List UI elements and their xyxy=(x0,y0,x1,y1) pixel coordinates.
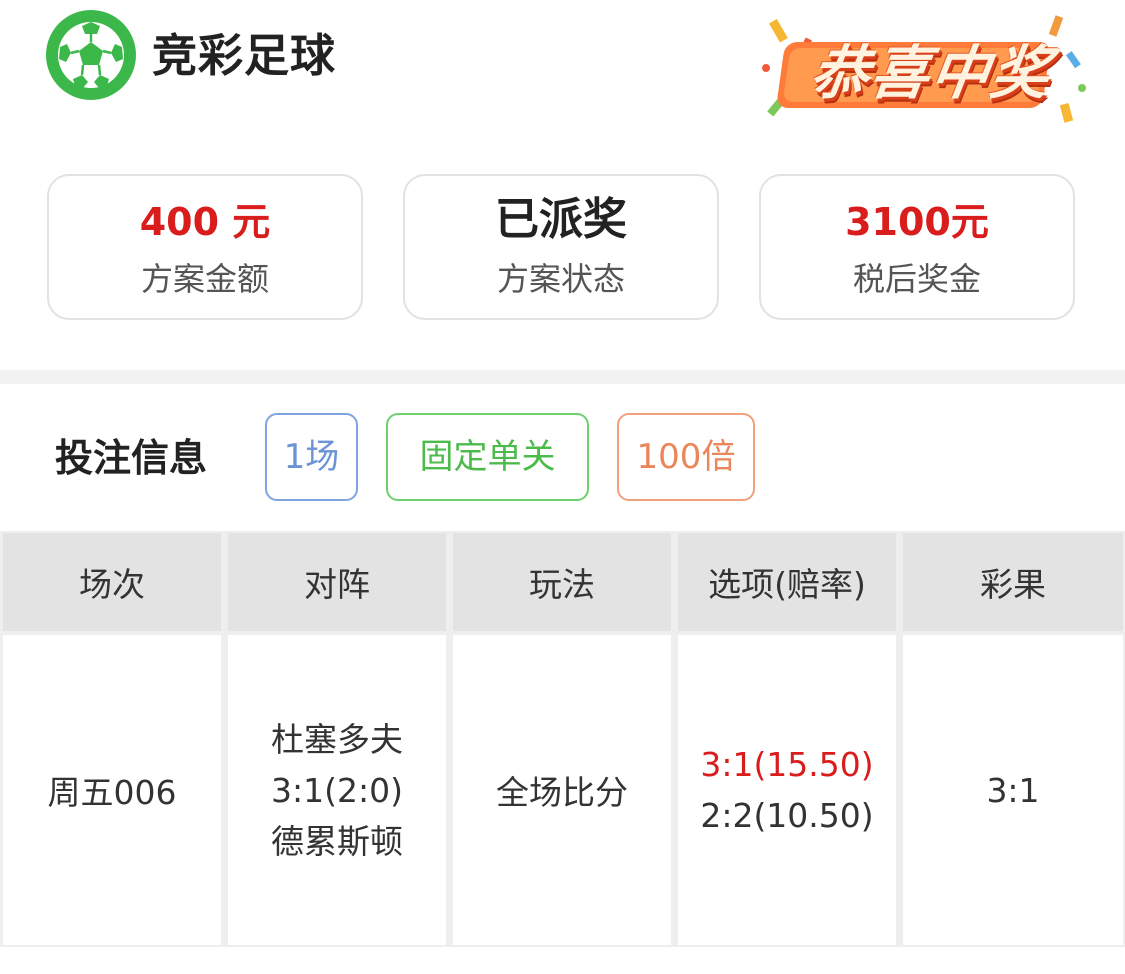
bet-table: 场次 对阵 玩法 选项(赔率) 彩果 周五006 杜塞多夫 3:1(2:0) 德… xyxy=(0,531,1125,947)
bet-type-tag: 固定单关 xyxy=(386,413,589,501)
match-result: 3:1 xyxy=(986,770,1040,810)
congrats-banner: 恭喜中奖 xyxy=(752,8,1092,128)
amount-value: 400 元 xyxy=(139,200,271,244)
header-play-type: 玩法 xyxy=(453,533,671,631)
app-title: 竞彩足球 xyxy=(152,29,337,82)
status-card: 已派奖 方案状态 xyxy=(403,174,719,320)
prize-card: 3100元 税后奖金 xyxy=(759,174,1075,320)
cell-match-no: 周五006 xyxy=(3,635,221,945)
header-match-no: 场次 xyxy=(3,533,221,631)
match-score: 3:1(2:0) xyxy=(271,770,403,810)
soccer-ball-icon xyxy=(46,10,136,100)
cell-play-type: 全场比分 xyxy=(453,635,671,945)
cell-fixture: 杜塞多夫 3:1(2:0) 德累斯顿 xyxy=(228,635,446,945)
order-detail-page: 竞彩足球 恭喜中奖 400 元 方案金额 已派奖 方案状态 3100元 税后奖金… xyxy=(0,0,1125,974)
multiple-tag: 100倍 xyxy=(617,413,755,501)
prize-value: 3100元 xyxy=(845,200,989,244)
header-fixture: 对阵 xyxy=(228,533,446,631)
play-type: 全场比分 xyxy=(496,773,628,812)
match-count-tag: 1场 xyxy=(265,413,358,501)
congrats-text: 恭喜中奖 xyxy=(806,39,1056,107)
amount-card: 400 元 方案金额 xyxy=(47,174,363,320)
cell-options: 3:1(15.50) 2:2(10.50) xyxy=(678,635,896,945)
status-label: 方案状态 xyxy=(496,260,625,298)
header: 竞彩足球 恭喜中奖 xyxy=(0,0,1125,140)
home-team: 杜塞多夫 xyxy=(271,719,403,759)
status-value: 已派奖 xyxy=(495,194,627,245)
option: 2:2(10.50) xyxy=(700,796,874,835)
header-result: 彩果 xyxy=(903,533,1123,631)
cell-result: 3:1 xyxy=(903,635,1123,945)
bet-info-title: 投注信息 xyxy=(55,436,208,480)
header-options: 选项(赔率) xyxy=(678,533,896,631)
prize-label: 税后奖金 xyxy=(852,260,981,298)
section-divider xyxy=(0,370,1125,384)
match-no: 周五006 xyxy=(47,773,177,812)
option-winning: 3:1(15.50) xyxy=(700,745,874,784)
amount-label: 方案金额 xyxy=(140,260,269,298)
away-team: 德累斯顿 xyxy=(271,821,403,861)
